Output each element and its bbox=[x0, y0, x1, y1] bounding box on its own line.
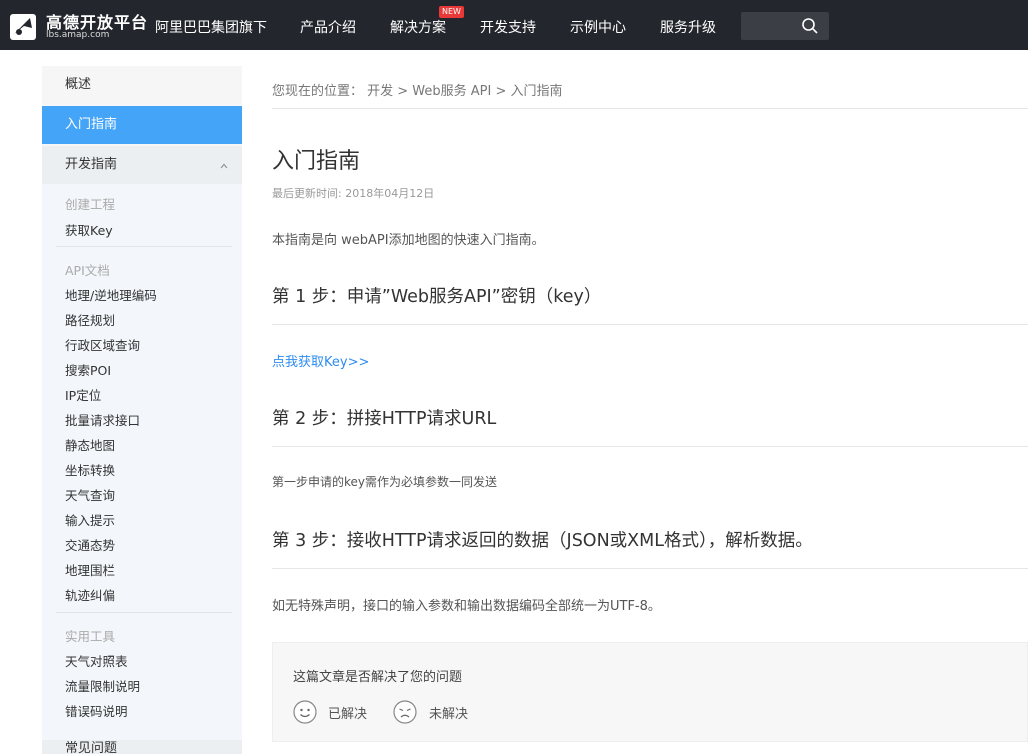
step-3-text: 如无特殊声明，接口的输入参数和输出数据编码全部统一为UTF-8。 bbox=[272, 599, 661, 614]
link-search-poi[interactable]: 搜索POI bbox=[65, 360, 111, 379]
link-rate-limit[interactable]: 流量限制说明 bbox=[65, 676, 140, 695]
page-title: 入门指南 bbox=[272, 149, 361, 174]
divider bbox=[272, 108, 1028, 109]
link-error-codes[interactable]: 错误码说明 bbox=[65, 701, 128, 720]
sad-face-icon[interactable] bbox=[393, 700, 417, 724]
sidebar-item-overview[interactable]: 概述 bbox=[42, 66, 242, 104]
link-input-tips[interactable]: 输入提示 bbox=[65, 510, 115, 529]
link-coord-convert[interactable]: 坐标转换 bbox=[65, 460, 115, 479]
step-2-text: 第一步申请的key需作为必填参数一同发送 bbox=[272, 475, 498, 489]
nav-solutions[interactable]: 解决方案 bbox=[390, 17, 446, 37]
link-batch-request[interactable]: 批量请求接口 bbox=[65, 410, 140, 429]
sidebar-item-faq[interactable]: 常见问题 bbox=[42, 740, 242, 756]
chevron-up-icon[interactable] bbox=[220, 162, 228, 170]
link-district-query[interactable]: 行政区域查询 bbox=[65, 335, 140, 354]
step-3-heading: 第 3 步：接收HTTP请求返回的数据（JSON或XML格式），解析数据。 bbox=[272, 531, 813, 551]
sidebar-item-getting-started[interactable]: 入门指南 bbox=[42, 106, 242, 144]
link-track-correction[interactable]: 轨迹纠偏 bbox=[65, 585, 115, 604]
breadcrumb: 您现在的位置： 开发 > Web服务 API > 入门指南 bbox=[272, 84, 563, 99]
divider bbox=[272, 324, 1028, 325]
link-geofence[interactable]: 地理围栏 bbox=[65, 560, 115, 579]
divider bbox=[56, 612, 232, 613]
top-navbar: 高德开放平台 lbs.amap.com 阿里巴巴集团旗下 产品介绍 解决方案 N… bbox=[0, 0, 1028, 50]
link-get-key[interactable]: 获取Key bbox=[65, 220, 113, 239]
logo-subtitle: lbs.amap.com bbox=[46, 30, 110, 40]
nav-products[interactable]: 产品介绍 bbox=[300, 17, 356, 37]
get-key-link[interactable]: 点我获取Key>> bbox=[272, 351, 369, 370]
search-icon[interactable] bbox=[801, 17, 819, 35]
dev-guide-submenu: 创建工程 获取Key API文档 地理/逆地理编码 路径规划 行政区域查询 搜索… bbox=[42, 184, 242, 754]
link-traffic[interactable]: 交通态势 bbox=[65, 535, 115, 554]
nav-examples[interactable]: 示例中心 bbox=[570, 17, 626, 37]
link-static-map[interactable]: 静态地图 bbox=[65, 435, 115, 454]
link-ip-location[interactable]: IP定位 bbox=[65, 385, 101, 404]
last-updated: 最后更新时间: 2018年04月12日 bbox=[272, 187, 435, 200]
nav-dev-support[interactable]: 开发支持 bbox=[480, 17, 536, 37]
smile-face-icon[interactable] bbox=[293, 700, 317, 724]
intro-text: 本指南是向 webAPI添加地图的快速入门指南。 bbox=[272, 233, 545, 248]
feedback-question: 这篇文章是否解决了您的问题 bbox=[293, 670, 463, 685]
step-1-heading: 第 1 步：申请”Web服务API”密钥（key） bbox=[272, 287, 602, 307]
category-tools: 实用工具 bbox=[65, 629, 116, 644]
new-badge: NEW bbox=[439, 6, 464, 18]
search-input[interactable] bbox=[741, 12, 829, 40]
category-api-docs: API文档 bbox=[65, 263, 110, 278]
link-weather-table[interactable]: 天气对照表 bbox=[65, 651, 128, 670]
amap-logo-icon[interactable] bbox=[10, 10, 40, 42]
link-geocoding[interactable]: 地理/逆地理编码 bbox=[65, 285, 157, 304]
unsolved-button[interactable]: 未解决 bbox=[429, 703, 468, 722]
divider bbox=[272, 446, 1028, 447]
divider bbox=[56, 246, 232, 247]
link-weather[interactable]: 天气查询 bbox=[65, 485, 115, 504]
nav-upgrade[interactable]: 服务升级 bbox=[660, 17, 716, 37]
category-create-project: 创建工程 bbox=[65, 197, 116, 212]
feedback-box: 这篇文章是否解决了您的问题 已解决 未解决 bbox=[272, 642, 1028, 742]
sidebar-item-label: 开发指南 bbox=[65, 157, 118, 172]
sidebar-item-label: 常见问题 bbox=[65, 741, 118, 756]
solved-button[interactable]: 已解决 bbox=[328, 703, 367, 722]
nav-alibaba[interactable]: 阿里巴巴集团旗下 bbox=[155, 17, 267, 37]
sidebar: 概述 入门指南 开发指南 创建工程 获取Key API文档 地理/逆地理编码 路… bbox=[42, 66, 242, 754]
sidebar-item-dev-guide[interactable]: 开发指南 bbox=[42, 146, 242, 184]
link-route-planning[interactable]: 路径规划 bbox=[65, 310, 115, 329]
step-2-heading: 第 2 步：拼接HTTP请求URL bbox=[272, 409, 497, 429]
divider bbox=[272, 568, 1028, 569]
